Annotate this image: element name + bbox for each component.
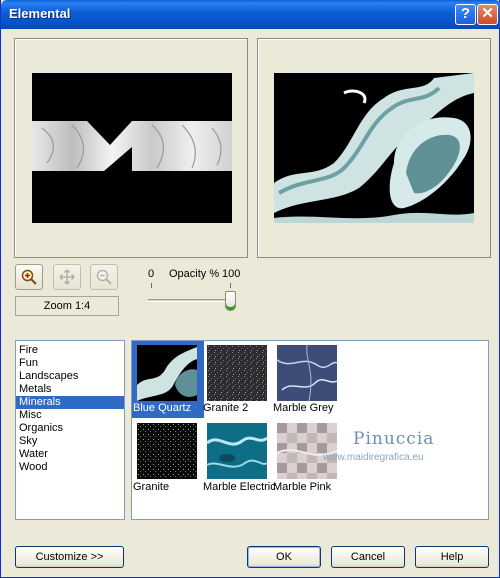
pan-button[interactable]: [53, 264, 81, 290]
close-button[interactable]: ✕: [477, 4, 498, 25]
opacity-min-tick: [151, 283, 152, 288]
thumbnail-label-marble-electric[interactable]: Marble Electric: [203, 481, 276, 493]
opacity-slider-thumb[interactable]: [225, 291, 236, 311]
category-item-misc[interactable]: Misc: [16, 409, 124, 422]
cancel-button[interactable]: Cancel: [331, 546, 405, 568]
category-item-fire[interactable]: Fire: [16, 344, 124, 357]
original-preview-frame: [14, 38, 248, 258]
thumbnail-label-granite-2[interactable]: Granite 2: [203, 402, 248, 414]
move-arrows-icon: [59, 269, 75, 285]
zoom-out-button[interactable]: [90, 264, 118, 290]
zoom-out-icon: [96, 269, 112, 285]
zoom-in-button[interactable]: [15, 264, 43, 290]
thumbnail-granite[interactable]: [137, 423, 197, 479]
category-item-landscapes[interactable]: Landscapes: [16, 370, 124, 383]
title-bar[interactable]: Elemental ? ✕: [1, 0, 500, 29]
result-preview-frame: [257, 38, 491, 258]
category-item-water[interactable]: Water: [16, 448, 124, 461]
result-preview-image[interactable]: [274, 73, 474, 223]
opacity-max-label: 100: [222, 268, 241, 280]
category-item-minerals[interactable]: Minerals: [16, 396, 124, 409]
thumbnail-blue-quartz[interactable]: [137, 345, 197, 401]
thumbnail-label-blue-quartz[interactable]: Blue Quartz: [133, 402, 191, 414]
zoom-in-icon: [21, 269, 37, 285]
thumbnail-label-granite[interactable]: Granite: [133, 481, 169, 493]
watermark-name: Pinuccia: [353, 429, 435, 449]
category-item-wood[interactable]: Wood: [16, 461, 124, 474]
zoom-level-display: Zoom 1:4: [15, 296, 119, 316]
category-item-organics[interactable]: Organics: [16, 422, 124, 435]
thumbnail-granite-2[interactable]: [207, 345, 267, 401]
watermark-url: www.maidiregrafica.eu: [323, 452, 424, 463]
category-list[interactable]: Fire Fun Landscapes Metals Minerals Misc…: [15, 340, 125, 520]
opacity-label: Opacity %: [169, 268, 220, 280]
thumbnail-label-marble-grey[interactable]: Marble Grey: [273, 402, 334, 414]
thumbnail-marble-electric[interactable]: [207, 423, 267, 479]
opacity-max-tick: [230, 283, 231, 288]
thumbnail-label-marble-pink[interactable]: Marble Pink: [273, 481, 331, 493]
original-preview-image[interactable]: [32, 73, 232, 223]
help-title-button[interactable]: ?: [455, 4, 476, 25]
ok-button[interactable]: OK: [247, 546, 321, 568]
category-item-sky[interactable]: Sky: [16, 435, 124, 448]
elemental-dialog: Elemental ? ✕ Zoom 1:4 0 Opacity % 100 F…: [0, 0, 500, 578]
category-item-metals[interactable]: Metals: [16, 383, 124, 396]
opacity-min-label: 0: [148, 268, 155, 280]
category-item-fun[interactable]: Fun: [16, 357, 124, 370]
window-title: Elemental: [9, 6, 71, 21]
thumbnail-marble-grey[interactable]: [277, 345, 337, 401]
opacity-slider-track[interactable]: [148, 299, 236, 302]
customize-button[interactable]: Customize >>: [15, 546, 124, 568]
thumbnail-marble-pink[interactable]: [277, 423, 337, 479]
preset-thumbnail-panel: Blue Quartz Granite 2 Marble Grey Granit…: [131, 340, 489, 520]
help-button[interactable]: Help: [415, 546, 489, 568]
